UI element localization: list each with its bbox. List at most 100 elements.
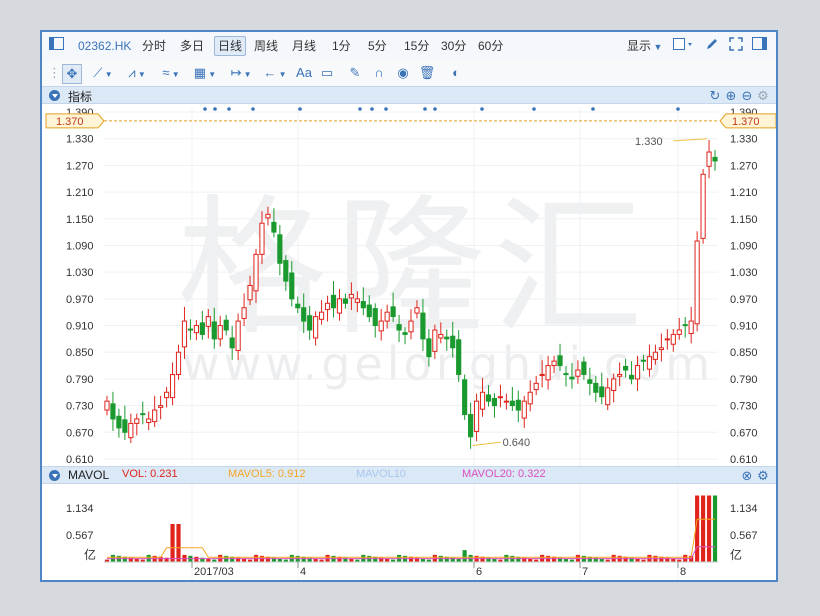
candle-body [623, 365, 629, 371]
candle-body [295, 303, 301, 309]
candle-body [324, 302, 331, 311]
candle-body [318, 311, 325, 320]
candle-body [229, 337, 235, 349]
candle-body [384, 311, 390, 322]
price-axis-tick-left: 1.330 [66, 134, 94, 146]
candle-body [354, 298, 360, 303]
candle-body [640, 359, 647, 362]
candle-body [646, 356, 653, 370]
price-axis-tick-left: 0.850 [66, 347, 94, 359]
candle-body [485, 394, 492, 402]
price-axis-tick-left: 1.030 [66, 267, 94, 279]
candle-body [545, 365, 551, 381]
candle-body [438, 333, 444, 339]
candle-body [611, 378, 617, 391]
x-axis-tick-label: 4 [300, 566, 306, 578]
event-marker-dot [203, 107, 207, 111]
price-axis-tick-left: 0.670 [66, 427, 94, 439]
event-marker-dot [384, 107, 388, 111]
volume-bar [462, 550, 467, 562]
candle-body [199, 322, 205, 335]
price-axis-tick-right: 0.730 [730, 401, 758, 413]
candle-body [426, 338, 432, 358]
candle-body [235, 320, 241, 351]
candle-body [551, 360, 557, 367]
candle-body [676, 329, 682, 335]
candle-body [444, 336, 450, 340]
price-axis-tick-right: 0.790 [730, 374, 758, 386]
candle-body [134, 418, 140, 424]
high-annotation-label: 1.330 [635, 136, 663, 148]
candle-body [652, 351, 658, 360]
price-axis-tick-right: 1.030 [730, 267, 758, 279]
candle-body [372, 308, 378, 327]
event-marker-dot [358, 107, 362, 111]
candle-body [396, 324, 402, 331]
mavol5-line [106, 518, 716, 558]
price-axis-tick-left: 0.610 [66, 454, 94, 466]
candle-body [664, 338, 670, 341]
event-marker-dot [433, 107, 437, 111]
candle-body [688, 320, 694, 335]
candle-body [527, 391, 533, 405]
candle-body [175, 351, 182, 375]
candle-body [390, 306, 396, 318]
candle-body [402, 332, 408, 335]
candle-body [342, 298, 349, 304]
candle-body [283, 260, 289, 282]
volume-header: MAVOL VOL: 0.231 MAVOL5: 0.912 MAVOL10 M… [42, 466, 776, 484]
candle-body [479, 391, 486, 410]
candle-body [700, 173, 706, 239]
candle-body [491, 397, 498, 407]
price-axis-tick-right: 0.910 [730, 321, 758, 333]
price-axis-tick-left: 0.790 [66, 374, 94, 386]
candle-body [110, 403, 116, 420]
candle-body [712, 156, 718, 162]
volume-axis-tick-left: 1.134 [66, 503, 94, 515]
price-axis-tick-right: 1.150 [730, 214, 758, 226]
close-volume-icon[interactable]: ⊗ [740, 467, 754, 485]
candle-body [330, 294, 337, 309]
volume-axis-tick-right: 0.567 [730, 530, 758, 542]
candle-body [599, 386, 605, 398]
x-axis-tick-label: 6 [476, 566, 482, 578]
candle-body [164, 391, 170, 399]
candle-body [122, 419, 128, 433]
x-axis-tick-label: 2017/03 [194, 566, 234, 578]
price-chart[interactable]: 1.390 1.3901.330 1.3301.270 1.2701.210 1.210… [42, 32, 776, 580]
event-marker-dot [213, 107, 217, 111]
candle-body [420, 312, 426, 340]
current-price-label-left: 1.370 [56, 116, 84, 128]
candle-body [468, 414, 474, 438]
price-axis-tick-right: 0.970 [730, 294, 758, 306]
candle-body [128, 422, 134, 439]
volume-bar [170, 524, 175, 562]
candle-body [706, 151, 712, 167]
volume-bar [176, 524, 181, 562]
volume-axis-tick-right: 1.134 [730, 503, 758, 515]
candle-body [253, 253, 259, 292]
volume-collapse-arrow-icon[interactable] [49, 470, 60, 481]
volume-bar [701, 495, 706, 562]
candle-body [140, 413, 146, 416]
candle-body [456, 339, 462, 375]
current-price-label-right: 1.370 [732, 116, 760, 128]
candle-body [539, 373, 545, 376]
candle-body [366, 304, 372, 318]
candle-body [265, 213, 271, 219]
mavol10-value: MAVOL10 [356, 468, 406, 480]
candle-body [509, 400, 515, 407]
candle-body [605, 387, 611, 406]
candle-body [348, 293, 354, 299]
candle-body [187, 328, 194, 331]
volume-settings-gear-icon[interactable]: ⚙ [756, 467, 770, 485]
price-axis-tick-right: 1.090 [730, 240, 758, 252]
price-axis-tick-right: 0.850 [730, 347, 758, 359]
candle-body [557, 355, 563, 367]
candle-body [289, 272, 295, 300]
x-axis-tick-label: 7 [582, 566, 588, 578]
candle-body [533, 382, 539, 391]
price-axis-tick-left: 0.730 [66, 401, 94, 413]
event-marker-dot [480, 107, 484, 111]
candle-body [462, 379, 468, 416]
